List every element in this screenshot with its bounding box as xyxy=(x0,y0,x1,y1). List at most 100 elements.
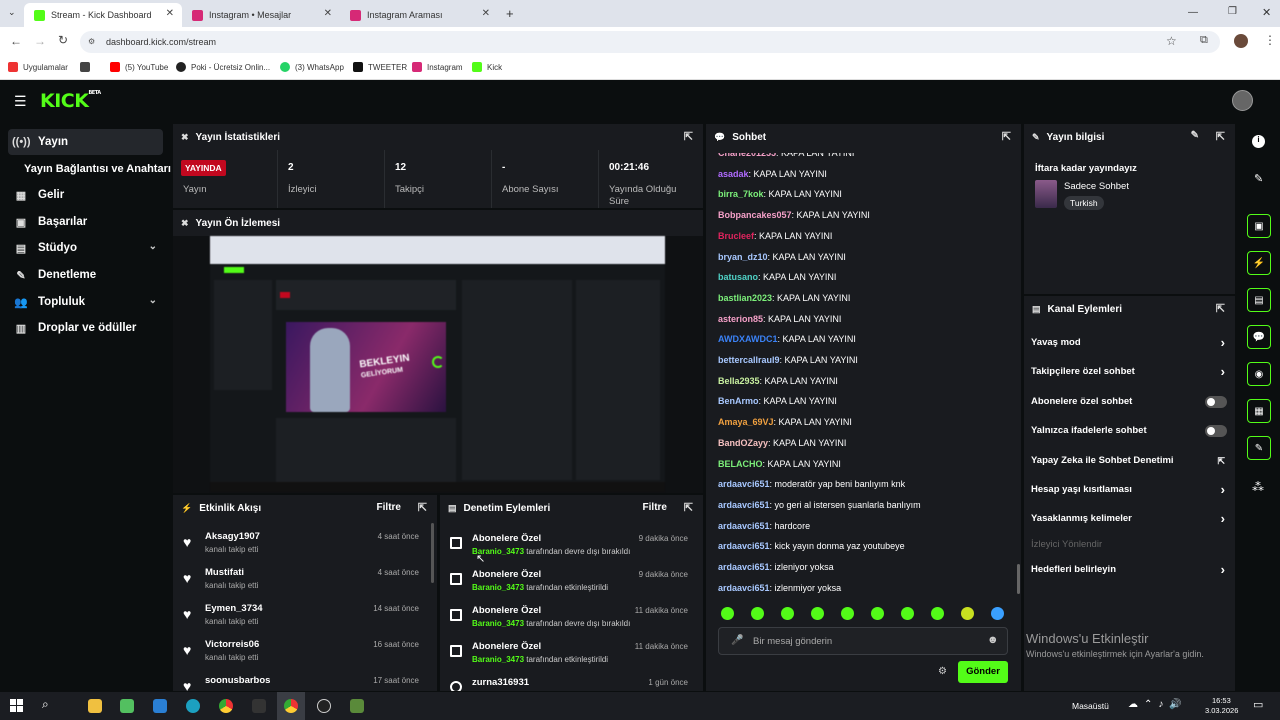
close-icon[interactable]: ✕ xyxy=(324,8,332,19)
bookmark-grid[interactable] xyxy=(80,62,95,72)
file-explorer-icon[interactable] xyxy=(88,699,102,713)
pencil-icon[interactable]: ✎ xyxy=(1254,172,1263,185)
chat-username[interactable]: bettercallraul9 xyxy=(718,355,780,365)
chat-input[interactable]: 🎤 Bir mesaj gönderin ☻ xyxy=(718,627,1008,655)
rail-button-wrench-icon[interactable]: ✎ xyxy=(1247,436,1271,460)
rail-button-chat-icon[interactable]: 💬 xyxy=(1247,325,1271,349)
edge-icon[interactable] xyxy=(186,699,200,713)
rail-button-2-icon[interactable]: ⚡ xyxy=(1247,251,1271,275)
minimize-icon[interactable]: — xyxy=(1188,7,1198,18)
sidebar-item-studyo[interactable]: ▤ Stüdyo ⌄ xyxy=(8,235,163,261)
chrome-icon[interactable] xyxy=(219,699,233,713)
emote-icon[interactable] xyxy=(901,607,914,620)
chat-username[interactable]: asadak xyxy=(718,169,749,179)
bookmark-tweeter[interactable]: TWEETER xyxy=(353,62,407,72)
activity-user[interactable]: Victorreis06 xyxy=(205,639,259,650)
chat-username[interactable]: Bobpancakes057 xyxy=(718,210,792,220)
rail-apps-icon[interactable]: ⁂ xyxy=(1252,480,1264,494)
chat-username[interactable]: bastlian2023 xyxy=(718,293,772,303)
emote-icon[interactable] xyxy=(751,607,764,620)
chat-username[interactable]: ardaavci651 xyxy=(718,583,770,593)
category-name[interactable]: Sadece Sohbet xyxy=(1064,181,1129,192)
edit-icon[interactable]: ✎ xyxy=(1191,130,1199,141)
emote-icon[interactable] xyxy=(871,607,884,620)
chat-username[interactable]: BandOZayy xyxy=(718,438,768,448)
clock-time[interactable]: 16:53 xyxy=(1212,696,1231,705)
store-icon[interactable] xyxy=(120,699,134,713)
bookmark-instagram[interactable]: Instagram xyxy=(412,62,463,72)
rail-button-broadcast-icon[interactable]: ◉ xyxy=(1247,362,1271,386)
forward-icon[interactable]: → xyxy=(34,34,46,48)
chat-username[interactable]: asterion85 xyxy=(718,314,763,324)
filter-button[interactable]: Filtre xyxy=(643,502,667,513)
menu-icon[interactable]: ⋮ xyxy=(1264,33,1276,47)
popout-icon[interactable]: ⇱ xyxy=(418,501,427,514)
chat-username[interactable]: ardaavci651 xyxy=(718,521,770,531)
stream-preview-video[interactable]: BEKLEYIN GELİYORUM xyxy=(210,236,665,492)
sidebar-item-denetleme[interactable]: ✎ Denetleme xyxy=(8,262,163,288)
sidebar-item-basarilar[interactable]: ▣ Başarılar xyxy=(8,209,163,235)
mail-icon[interactable] xyxy=(153,699,167,713)
tray-icons[interactable]: ☁⌃♪🔊 xyxy=(1128,699,1188,710)
activity-user[interactable]: soonusbarbos xyxy=(205,675,270,686)
action-banned-words[interactable]: Yasaklanmış kelimeler › xyxy=(1031,511,1231,533)
desktop-label[interactable]: Masaüstü xyxy=(1072,701,1109,711)
language-tag[interactable]: Turkish xyxy=(1064,196,1104,210)
profile-avatar[interactable] xyxy=(1234,34,1248,48)
chat-username[interactable]: Bella2935 xyxy=(718,376,760,386)
tab-search-icon[interactable]: ⌄ xyxy=(8,7,16,18)
emoji-icon[interactable]: ☻ xyxy=(987,634,999,646)
chat-username[interactable]: BenArmo xyxy=(718,396,759,406)
browser-tab-instagram-messages[interactable]: Instagram • Mesajlar ✕ xyxy=(182,3,340,27)
minecraft-icon[interactable] xyxy=(350,699,364,713)
browser-tab-kick[interactable]: Stream - Kick Dashboard ✕ xyxy=(24,3,182,27)
emote-icon[interactable] xyxy=(991,607,1004,620)
chrome-active-icon[interactable] xyxy=(284,699,298,713)
sidebar-item-topluluk[interactable]: 👥 Topluluk ⌄ xyxy=(8,289,163,315)
url-field[interactable]: dashboard.kick.com/stream xyxy=(80,31,1220,53)
action-slow-mode[interactable]: Yavaş mod › xyxy=(1031,335,1231,357)
activity-user[interactable]: Mustifati xyxy=(205,567,244,578)
close-icon[interactable]: ✕ xyxy=(482,8,490,19)
sidebar-item-droplar[interactable]: ▥ Droplar ve ödüller xyxy=(8,315,163,341)
extensions-icon[interactable]: ⧉ xyxy=(1200,34,1208,47)
info-icon[interactable]: i xyxy=(1252,135,1265,148)
popout-icon[interactable]: ⇱ xyxy=(1216,130,1225,143)
close-window-icon[interactable]: ✕ xyxy=(1262,6,1271,19)
close-icon[interactable]: ✕ xyxy=(166,8,174,19)
user-avatar[interactable] xyxy=(1232,90,1253,111)
hamburger-menu-icon[interactable]: ☰ xyxy=(14,93,27,110)
bookmark-whatsapp[interactable]: (3) WhatsApp xyxy=(280,62,344,72)
moderation-user[interactable]: Baranio_3473 xyxy=(472,583,524,592)
bookmark-poki[interactable]: Poki - Ücretsiz Onlin... xyxy=(176,62,270,72)
scrollbar[interactable] xyxy=(431,523,434,583)
subscribers-only-toggle[interactable] xyxy=(1205,396,1227,408)
bookmark-kick[interactable]: Kick xyxy=(472,62,502,72)
new-tab-button[interactable]: + xyxy=(506,6,514,21)
chat-settings-icon[interactable]: ⚙ xyxy=(938,666,947,677)
search-icon[interactable]: ⌕ xyxy=(42,697,49,712)
moderation-user[interactable]: Baranio_3473 xyxy=(472,655,524,664)
rail-button-1-icon[interactable]: ▣ xyxy=(1247,214,1271,238)
emote-icon[interactable] xyxy=(811,607,824,620)
chat-username[interactable]: Brucleef xyxy=(718,231,754,241)
back-icon[interactable]: ← xyxy=(10,34,22,48)
activity-user[interactable]: Aksagy1907 xyxy=(205,531,260,542)
popout-icon[interactable]: ⇱ xyxy=(684,130,693,143)
emote-icon[interactable] xyxy=(961,607,974,620)
action-account-age[interactable]: Hesap yaşı kısıtlaması › xyxy=(1031,482,1231,504)
emote-icon[interactable] xyxy=(931,607,944,620)
chat-username[interactable]: birra_7kok xyxy=(718,189,764,199)
popout-icon[interactable]: ⇱ xyxy=(1216,302,1225,315)
rail-button-6-icon[interactable]: ▦ xyxy=(1247,399,1271,423)
chat-username[interactable]: Amaya_69VJ xyxy=(718,417,774,427)
emote-only-toggle[interactable] xyxy=(1205,425,1227,437)
filter-button[interactable]: Filtre xyxy=(377,502,401,513)
site-info-icon[interactable]: ⚙ xyxy=(88,37,95,46)
notification-icon[interactable]: ▭ xyxy=(1253,698,1263,711)
sidebar-item-stream-key[interactable]: Yayın Bağlantısı ve Anahtarı xyxy=(8,156,173,182)
category-thumbnail[interactable] xyxy=(1035,180,1057,208)
bookmark-apps[interactable]: Uygulamalar xyxy=(8,62,68,72)
chat-username[interactable]: BELACHO xyxy=(718,459,763,469)
send-button[interactable]: Gönder xyxy=(958,661,1008,683)
